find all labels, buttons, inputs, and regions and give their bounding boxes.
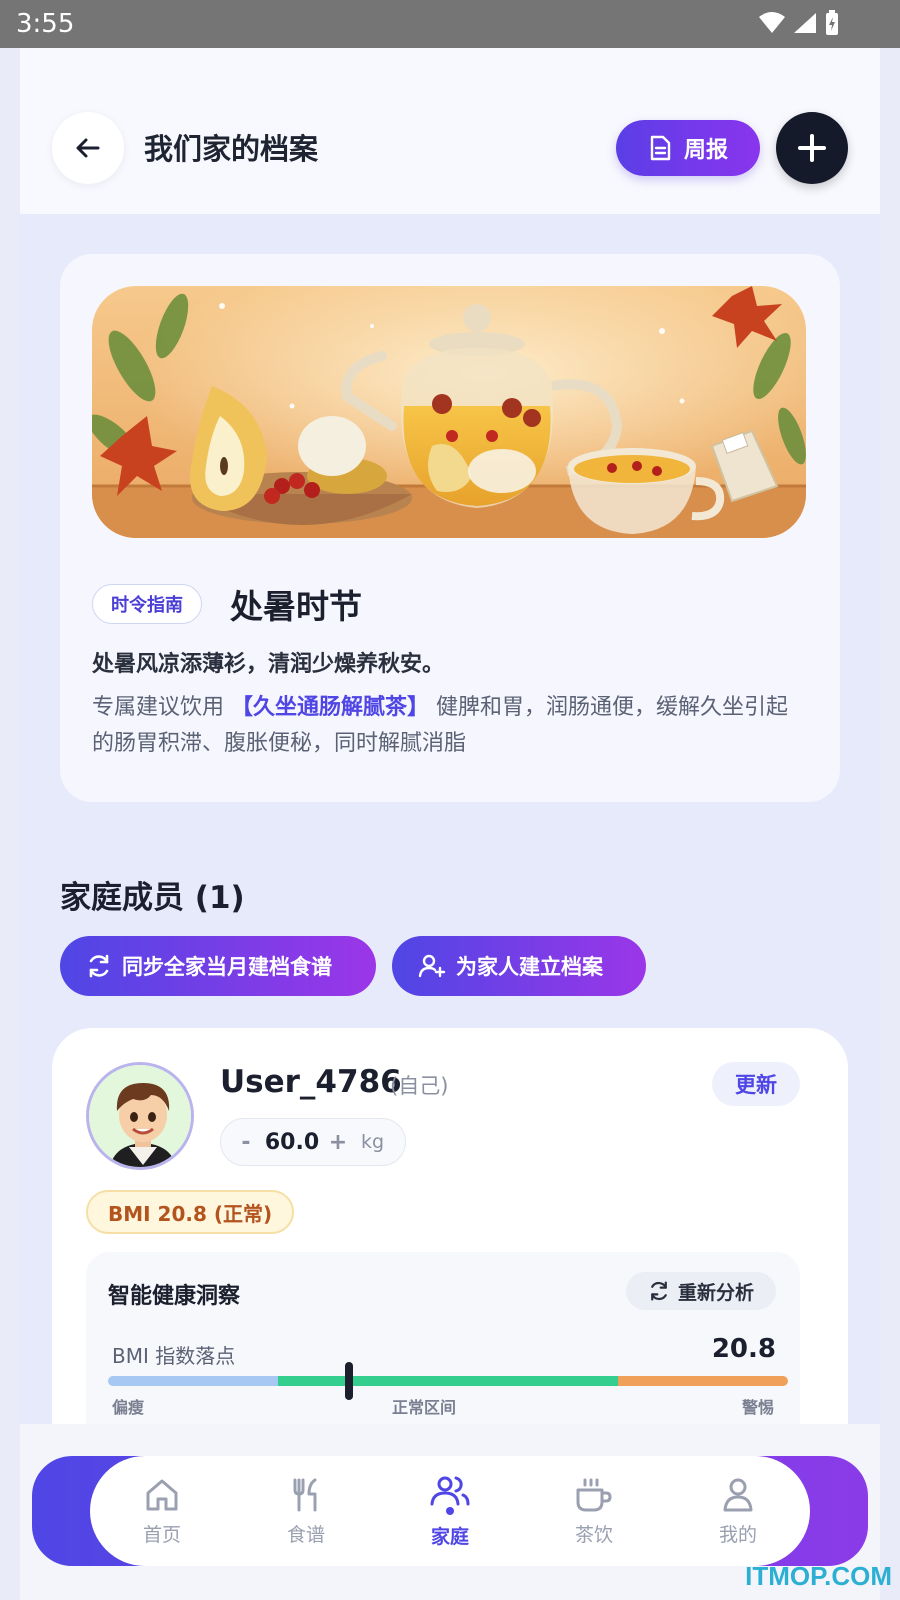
tea-banner-image	[92, 286, 806, 538]
user-plus-icon	[418, 954, 446, 978]
weekly-report-button[interactable]: 周报	[616, 120, 760, 176]
insight-title: 智能健康洞察	[108, 1284, 241, 1309]
status-icons	[758, 10, 840, 36]
arrow-left-icon	[76, 138, 100, 158]
weight-unit: kg	[361, 1131, 385, 1153]
weight-increase-button[interactable]: +	[327, 1130, 349, 1155]
nav-label-tea: 茶饮	[574, 1523, 613, 1546]
advice-tea-name[interactable]: 【久坐通肠解腻茶】	[231, 695, 429, 720]
family-icon	[430, 1476, 470, 1515]
cup-icon	[576, 1478, 612, 1511]
season-guide-card: 时令指南 处暑时节 处暑风凉添薄衫，清润少燥养秋安。 专属建议饮用 【久坐通肠解…	[60, 254, 840, 802]
bottom-nav: 首页 食谱 家庭 茶饮 我的	[90, 1456, 810, 1566]
bmi-label: BMI 指数落点	[112, 1344, 236, 1368]
scale-label-normal: 正常区间	[392, 1398, 457, 1417]
member-name: User_4786	[220, 1064, 402, 1100]
family-members-title: 家庭成员 (1)	[60, 880, 245, 916]
season-tag: 时令指南	[92, 584, 202, 624]
home-icon	[146, 1479, 178, 1510]
header: 我们家的档案 周报	[20, 48, 880, 214]
signal-icon	[794, 13, 816, 33]
season-poem: 处暑风凉添薄衫，清润少燥养秋安。	[92, 652, 445, 677]
app-screen: 我们家的档案 周报 时令指南 处暑时节 处暑风凉添薄衫，清润少燥养秋安。 专属建…	[20, 48, 880, 1600]
utensils-icon	[293, 1478, 317, 1511]
weekly-report-label: 周报	[683, 138, 728, 163]
sync-family-recipes-label: 同步全家当月建档食谱	[122, 955, 332, 979]
add-button[interactable]	[776, 112, 848, 184]
scale-label-low: 偏瘦	[112, 1398, 145, 1417]
plus-icon	[798, 134, 826, 162]
status-bar: 3:55	[0, 0, 900, 48]
nav-label-recipes: 食谱	[286, 1523, 325, 1546]
nav-label-family: 家庭	[430, 1525, 469, 1548]
health-insight-panel: 智能健康洞察 重新分析 BMI 指数落点 20.8 偏瘦 正常区间 警惕	[86, 1252, 800, 1452]
status-time: 3:55	[16, 9, 75, 39]
bmi-value: 20.8	[711, 1334, 776, 1364]
bmi-segment-normal	[278, 1376, 618, 1386]
bmi-status-badge: BMI 20.8 (正常)	[86, 1190, 295, 1234]
watermark: ITMOP.COM	[745, 1561, 892, 1591]
bmi-segment-high	[618, 1376, 788, 1386]
back-button[interactable]	[52, 112, 124, 184]
refresh-icon	[89, 954, 109, 978]
reanalyze-button[interactable]: 重新分析	[626, 1272, 776, 1310]
avatar[interactable]	[86, 1062, 194, 1170]
nav-item-tea[interactable]: 茶饮	[522, 1456, 666, 1566]
season-advice: 专属建议饮用 【久坐通肠解腻茶】 健脾和胃，润肠通便，缓解久坐引起的肠胃积滞、腹…	[92, 690, 806, 762]
user-icon	[723, 1478, 753, 1511]
weight-decrease-button[interactable]: -	[235, 1130, 257, 1155]
sync-family-recipes-button[interactable]: 同步全家当月建档食谱	[60, 936, 376, 996]
reanalyze-label: 重新分析	[677, 1281, 754, 1304]
battery-icon	[826, 10, 838, 35]
season-title: 处暑时节	[230, 587, 362, 626]
create-family-profile-button[interactable]: 为家人建立档案	[392, 936, 646, 996]
nav-label-home: 首页	[142, 1523, 181, 1546]
nav-label-me: 我的	[718, 1523, 757, 1546]
nav-item-recipes[interactable]: 食谱	[234, 1456, 378, 1566]
advice-prefix: 专属建议饮用	[92, 695, 225, 720]
bmi-marker	[345, 1362, 354, 1400]
member-relation: (自己)	[390, 1074, 449, 1098]
refresh-icon	[651, 1281, 667, 1301]
bmi-scale-bar	[108, 1376, 788, 1386]
scale-label-high: 警惕	[741, 1398, 774, 1417]
create-family-profile-label: 为家人建立档案	[456, 955, 603, 979]
weight-stepper: - 60.0 + kg	[220, 1118, 406, 1166]
bmi-segment-low	[108, 1376, 278, 1386]
document-icon	[650, 135, 671, 161]
nav-item-home[interactable]: 首页	[90, 1456, 234, 1566]
nav-item-me[interactable]: 我的	[666, 1456, 810, 1566]
weight-value[interactable]: 60.0	[257, 1130, 327, 1155]
nav-item-family[interactable]: 家庭	[378, 1456, 522, 1566]
update-button[interactable]: 更新	[712, 1062, 800, 1106]
wifi-icon	[759, 12, 785, 33]
page-title: 我们家的档案	[144, 132, 319, 166]
